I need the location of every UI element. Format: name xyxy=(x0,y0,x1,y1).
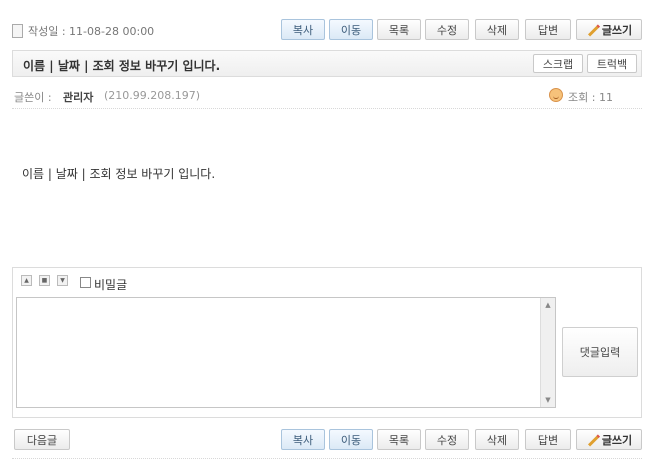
secret-label: 비밀글 xyxy=(94,278,128,292)
write-button-label: 글쓰기 xyxy=(601,23,633,37)
move-button-bottom[interactable]: 이동 xyxy=(329,429,373,450)
author-label: 글쓴이 : xyxy=(14,91,52,104)
write-button-label: 글쓰기 xyxy=(601,433,633,447)
delete-button-bottom[interactable]: 삭제 xyxy=(475,429,519,450)
comment-submit-button[interactable]: 댓글입력 xyxy=(562,327,638,377)
document-icon xyxy=(12,24,23,38)
write-button[interactable]: 글쓰기 xyxy=(576,19,642,40)
arrow-up-icon[interactable]: ▲ xyxy=(21,275,32,286)
write-button-bottom[interactable]: 글쓰기 xyxy=(576,429,642,450)
bottom-divider xyxy=(12,458,642,459)
reply-button-bottom[interactable]: 답변 xyxy=(525,429,571,450)
scrollbar[interactable]: ▲ ▼ xyxy=(540,298,555,407)
trackback-button[interactable]: 트럭백 xyxy=(587,54,637,73)
arrow-down-icon[interactable]: ▼ xyxy=(57,275,68,286)
next-post-button[interactable]: 다음글 xyxy=(14,429,70,450)
post-title: 이름 | 날짜 | 조회 정보 바꾸기 입니다. xyxy=(23,59,221,73)
author-name[interactable]: 관리자 xyxy=(63,89,93,105)
list-button[interactable]: 목록 xyxy=(377,19,421,40)
post-body: 이름 | 날짜 | 조회 정보 바꾸기 입니다. xyxy=(22,167,216,181)
divider xyxy=(12,108,642,109)
post-title-bar: 이름 | 날짜 | 조회 정보 바꾸기 입니다. 스크랩 트럭백 xyxy=(12,50,642,77)
comment-textarea[interactable]: ▲ ▼ xyxy=(16,297,556,408)
edit-button[interactable]: 수정 xyxy=(425,19,469,40)
view-count: 조회 : 11 xyxy=(568,91,613,104)
scroll-up-icon[interactable]: ▲ xyxy=(541,298,555,312)
delete-button[interactable]: 삭제 xyxy=(475,19,519,40)
author-ip: (210.99.208.197) xyxy=(104,89,201,102)
post-date: 작성일 : 11-08-28 00:00 xyxy=(28,25,155,38)
copy-button[interactable]: 복사 xyxy=(281,19,325,40)
pencil-icon xyxy=(586,24,598,36)
pencil-icon xyxy=(586,434,598,446)
edit-button-bottom[interactable]: 수정 xyxy=(425,429,469,450)
smiley-icon xyxy=(549,88,563,102)
square-icon[interactable]: ■ xyxy=(39,275,50,286)
move-button[interactable]: 이동 xyxy=(329,19,373,40)
list-button-bottom[interactable]: 목록 xyxy=(377,429,421,450)
reply-button[interactable]: 답변 xyxy=(525,19,571,40)
scroll-down-icon[interactable]: ▼ xyxy=(541,393,555,407)
secret-checkbox[interactable] xyxy=(80,277,91,288)
copy-button-bottom[interactable]: 복사 xyxy=(281,429,325,450)
scrap-button[interactable]: 스크랩 xyxy=(533,54,583,73)
